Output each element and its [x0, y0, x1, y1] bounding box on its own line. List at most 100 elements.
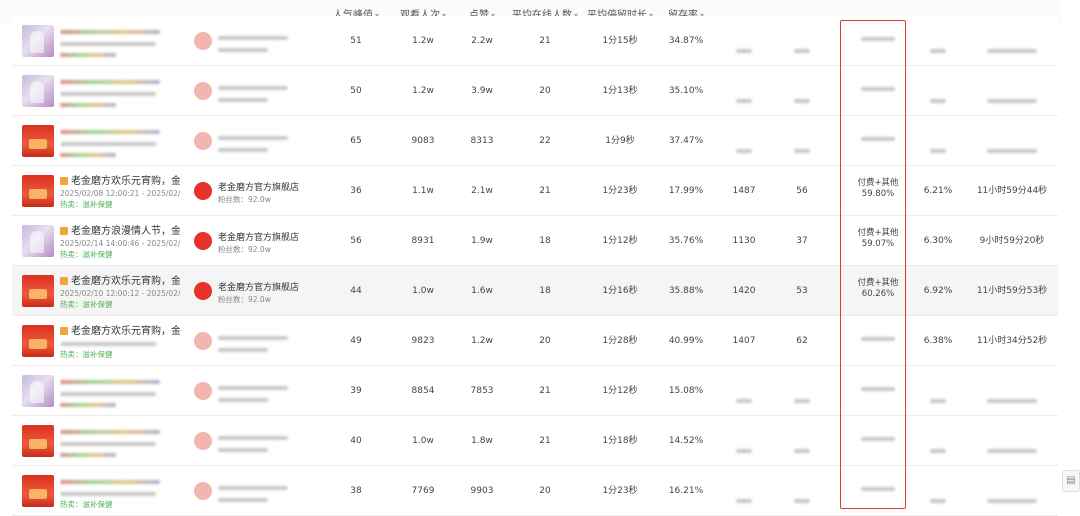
- cell-duration-placeholder: [987, 488, 1037, 507]
- hot-category: 热卖：滋补保健: [60, 300, 113, 309]
- cell-avg-stay: 1分28秒: [602, 336, 638, 346]
- live-info: 热卖：滋补保健: [60, 475, 180, 510]
- live-thumbnail[interactable]: [22, 75, 54, 107]
- shop-logo[interactable]: [194, 432, 212, 450]
- cell-ratio-placeholder: [930, 438, 946, 457]
- live-thumbnail[interactable]: [22, 225, 54, 257]
- live-title[interactable]: 老金磨方浪漫情人节，金礼...: [60, 225, 180, 238]
- cell-avg-stay: 1分23秒: [602, 486, 638, 496]
- shop-name-placeholder: [218, 482, 328, 494]
- cell-c2: 56: [796, 186, 808, 196]
- blurred-text: [987, 99, 1037, 103]
- cell-views: 1.2w: [412, 86, 434, 96]
- live-info: [60, 125, 180, 160]
- blurred-text: [736, 399, 752, 403]
- cell-c1: 1487: [732, 186, 756, 196]
- shop-info: [218, 382, 328, 405]
- hot-category-placeholder: [60, 149, 180, 160]
- cell-views: 8931: [411, 236, 435, 246]
- cell-duration-placeholder: [987, 438, 1037, 457]
- shop-logo[interactable]: [194, 82, 212, 100]
- cell-avg-stay: 1分16秒: [602, 286, 638, 296]
- cell-likes: 1.9w: [471, 236, 493, 246]
- live-thumbnail[interactable]: [22, 375, 54, 407]
- live-title-placeholder: [60, 125, 180, 138]
- cell-avg-online: 21: [539, 436, 551, 446]
- blurred-text: [60, 103, 116, 107]
- cell-ratio-placeholder: [930, 88, 946, 107]
- shop-logo[interactable]: [194, 132, 212, 150]
- shop-logo[interactable]: [194, 382, 212, 400]
- thumbnail-figure: [30, 31, 44, 53]
- blurred-text: [930, 49, 946, 53]
- cell-views: 9823: [411, 336, 435, 346]
- cell-likes: 1.6w: [471, 286, 493, 296]
- blurred-text: [218, 136, 288, 140]
- thumbnail-figure: [30, 231, 44, 253]
- cell-c1-placeholder: [736, 388, 752, 407]
- thumbnail-figure: [29, 339, 47, 349]
- shop-name[interactable]: 老金磨方官方旗舰店: [218, 282, 328, 294]
- cell-ratio-placeholder: [930, 138, 946, 157]
- live-title[interactable]: 老金磨方欢乐元宵购，金礼...: [60, 175, 180, 188]
- cell-c2-placeholder: [794, 438, 810, 457]
- cell-likes: 1.8w: [471, 436, 493, 446]
- cell-avg-stay: 1分12秒: [602, 386, 638, 396]
- document-icon[interactable]: ▤: [1062, 470, 1080, 492]
- shop-logo[interactable]: [194, 332, 212, 350]
- blurred-text: [218, 348, 268, 352]
- live-thumbnail[interactable]: [22, 175, 54, 207]
- live-thumbnail[interactable]: [22, 475, 54, 507]
- shop-info: 老金磨方官方旗舰店 粉丝数：92.0w: [218, 282, 328, 305]
- live-session-table-page: 人气峰值▾观看人次▾点赞▾平均在线人数▾平均停留时长▾留存率▾ 511.2w2.…: [0, 0, 1080, 516]
- live-thumbnail[interactable]: [22, 325, 54, 357]
- cell-views: 1.0w: [412, 436, 434, 446]
- live-thumbnail[interactable]: [22, 25, 54, 57]
- cell-c2-placeholder: [794, 38, 810, 57]
- shop-logo[interactable]: [194, 282, 212, 300]
- cell-likes: 1.2w: [471, 336, 493, 346]
- live-title-placeholder: [60, 425, 180, 438]
- blurred-text: [60, 80, 160, 84]
- cell-duration: 9小时59分20秒: [979, 236, 1045, 246]
- live-date-placeholder: [60, 338, 180, 349]
- shop-name-placeholder: [218, 332, 328, 344]
- cell-likes: 2.2w: [471, 36, 493, 46]
- live-thumbnail[interactable]: [22, 425, 54, 457]
- cell-duration-placeholder: [987, 38, 1037, 57]
- cell-peak: 50: [350, 86, 362, 96]
- shop-name[interactable]: 老金磨方官方旗舰店: [218, 232, 328, 244]
- blurred-text: [794, 449, 810, 453]
- live-title-placeholder: [60, 475, 180, 488]
- blurred-text: [218, 48, 268, 52]
- thumbnail-figure: [29, 489, 47, 499]
- cell-retention: 14.52%: [668, 436, 704, 446]
- live-title[interactable]: 老金磨方欢乐元宵购，金礼...: [60, 275, 180, 288]
- shop-logo[interactable]: [194, 482, 212, 500]
- blurred-text: [218, 36, 288, 40]
- shop-logo[interactable]: [194, 232, 212, 250]
- live-date-placeholder: [60, 138, 180, 149]
- live-thumbnail[interactable]: [22, 275, 54, 307]
- live-title-placeholder: [60, 25, 180, 38]
- live-thumbnail[interactable]: [22, 125, 54, 157]
- blurred-text: [987, 49, 1037, 53]
- shop-logo[interactable]: [194, 182, 212, 200]
- cell-ratio: 6.30%: [923, 236, 953, 246]
- shop-name[interactable]: 老金磨方官方旗舰店: [218, 182, 328, 194]
- live-title[interactable]: 老金磨方欢乐元宵购，金礼...: [60, 325, 180, 338]
- cell-ratio: 6.38%: [923, 336, 953, 346]
- hot-category: 热卖：滋补保健: [60, 350, 113, 359]
- shop-logo[interactable]: [194, 32, 212, 50]
- cell-avg-online: 20: [539, 336, 551, 346]
- cell-ratio-placeholder: [930, 488, 946, 507]
- live-tag-icon: [60, 177, 68, 185]
- live-info: 老金磨方欢乐元宵购，金礼... 2025/02/10 12:00:12 - 202…: [60, 275, 180, 310]
- live-title-text: 老金磨方浪漫情人节，金礼...: [71, 226, 180, 237]
- blurred-text: [794, 49, 810, 53]
- cell-avg-online: 20: [539, 86, 551, 96]
- blurred-text: [736, 499, 752, 503]
- blurred-text: [60, 380, 160, 384]
- cell-avg-online: 22: [539, 136, 551, 146]
- shop-info: [218, 482, 328, 505]
